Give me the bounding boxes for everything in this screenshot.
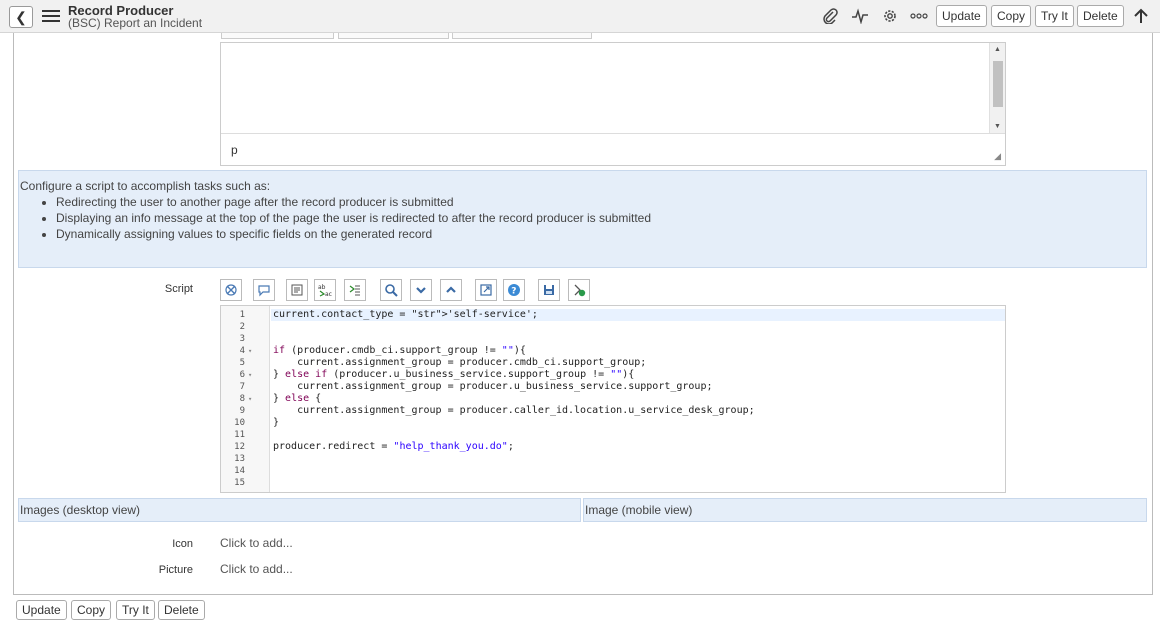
editor-toolbar-stub [452, 33, 592, 39]
line-number: 8 [239, 394, 245, 404]
code-line[interactable]: if (producer.cmdb_ci.support_group != ""… [273, 345, 526, 357]
script-debugger-icon[interactable] [568, 279, 590, 301]
svg-text:?: ? [511, 287, 516, 297]
more-options-icon[interactable] [908, 6, 930, 26]
script-info-box: Configure a script to accomplish tasks s… [18, 170, 1147, 268]
editor-toolbar-stub [221, 33, 334, 39]
scroll-down-icon[interactable]: ▼ [994, 123, 1001, 130]
form-title: Record Producer (BSC) Report an Incident [68, 4, 202, 30]
picture-click-to-add[interactable]: Click to add... [220, 562, 293, 576]
line-number: 12 [234, 442, 245, 452]
code-line[interactable]: producer.redirect = "help_thank_you.do"; [273, 441, 514, 453]
replace-icon[interactable]: ab ac [314, 279, 336, 301]
editor-status-bar: p ◢ [221, 133, 1005, 165]
editor-toolbar-stub [338, 33, 449, 39]
info-item: Displaying an info message at the top of… [56, 210, 1145, 226]
save-icon[interactable] [538, 279, 560, 301]
replace-all-icon[interactable] [344, 279, 366, 301]
help-icon[interactable]: ? [503, 279, 525, 301]
fullscreen-icon[interactable] [475, 279, 497, 301]
fold-toggle-icon[interactable]: ▾ [248, 369, 252, 381]
hamburger-menu-icon[interactable] [42, 7, 60, 25]
svg-text:ab: ab [318, 284, 326, 291]
scroll-up-icon[interactable]: ▲ [994, 46, 1001, 53]
line-number: 5 [239, 358, 245, 368]
icon-click-to-add[interactable]: Click to add... [220, 536, 293, 550]
line-number: 11 [234, 430, 245, 440]
update-button[interactable]: Update [936, 5, 987, 27]
editor-scrollbar[interactable]: ▲ ▼ [989, 43, 1005, 133]
line-number: 4 [239, 346, 245, 356]
footer-delete-button[interactable]: Delete [158, 600, 205, 620]
line-number: 13 [234, 454, 245, 464]
code-line[interactable]: current.assignment_group = producer.call… [273, 405, 755, 417]
code-line[interactable]: current.contact_type = "str">'self-servi… [273, 309, 538, 321]
arrow-up-icon[interactable] [1130, 6, 1152, 26]
activity-pulse-icon[interactable] [849, 6, 871, 26]
footer-update-button[interactable]: Update [16, 600, 67, 620]
line-number: 9 [239, 406, 245, 416]
line-number: 15 [234, 478, 245, 488]
find-next-icon[interactable] [410, 279, 432, 301]
icon-label: Icon [172, 538, 193, 550]
info-list: Redirecting the user to another page aft… [56, 194, 1145, 242]
picture-label: Picture [158, 564, 193, 576]
copy-button[interactable]: Copy [991, 5, 1032, 27]
toggle-syntax-editor-icon[interactable] [220, 279, 242, 301]
chevron-left-icon: ❮ [15, 8, 27, 25]
find-previous-icon[interactable] [440, 279, 462, 301]
info-item: Dynamically assigning values to specific… [56, 226, 1145, 242]
line-number: 3 [239, 334, 245, 344]
code-line[interactable]: current.assignment_group = producer.cmdb… [273, 357, 646, 369]
element-path[interactable]: p [231, 143, 238, 157]
format-code-icon[interactable] [286, 279, 308, 301]
delete-button[interactable]: Delete [1077, 5, 1124, 27]
back-button[interactable]: ❮ [9, 6, 33, 28]
search-icon[interactable] [380, 279, 402, 301]
code-line[interactable]: current.assignment_group = producer.u_bu… [273, 381, 712, 393]
svg-text:ac: ac [325, 291, 332, 297]
line-number: 6 [239, 370, 245, 380]
code-line[interactable]: } [273, 417, 279, 429]
try-it-button[interactable]: Try It [1035, 5, 1074, 27]
line-number: 1 [239, 310, 245, 320]
line-number: 10 [234, 418, 245, 428]
script-code-editor[interactable]: 1 2 3 4 ▾ 5 6 ▾ 7 8 ▾ 9 10 11 12 13 14 15 current.contact… [220, 305, 1006, 493]
info-intro: Configure a script to accomplish tasks s… [20, 179, 271, 193]
fold-toggle-icon[interactable]: ▾ [248, 393, 252, 405]
fold-toggle-icon[interactable]: ▾ [248, 345, 252, 357]
section-images-desktop: Images (desktop view) [18, 498, 581, 522]
scrollbar-thumb[interactable] [993, 61, 1003, 107]
resize-grip-icon[interactable]: ◢ [994, 151, 1001, 162]
footer-try-it-button[interactable]: Try It [116, 600, 155, 620]
record-name-subtitle: (BSC) Report an Incident [68, 16, 203, 30]
line-number: 7 [239, 382, 245, 392]
gear-icon[interactable] [879, 6, 901, 26]
html-editor[interactable]: ▲ ▼ p ◢ [220, 42, 1006, 166]
comment-icon[interactable] [253, 279, 275, 301]
line-number: 14 [234, 466, 245, 476]
form-header: ❮ Record Producer (BSC) Report an Incide… [0, 0, 1160, 33]
line-number-gutter: 1 2 3 4 ▾ 5 6 ▾ 7 8 ▾ 9 10 11 12 13 14 15 [221, 306, 270, 492]
code-line[interactable]: } else if (producer.u_business_service.s… [273, 369, 634, 381]
footer-copy-button[interactable]: Copy [71, 600, 112, 620]
info-item: Redirecting the user to another page aft… [56, 194, 1145, 210]
script-label: Script [164, 283, 193, 295]
paperclip-icon[interactable] [819, 6, 841, 26]
line-number: 2 [239, 322, 245, 332]
code-line[interactable]: } else { [273, 393, 321, 405]
section-image-mobile: Image (mobile view) [583, 498, 1147, 522]
